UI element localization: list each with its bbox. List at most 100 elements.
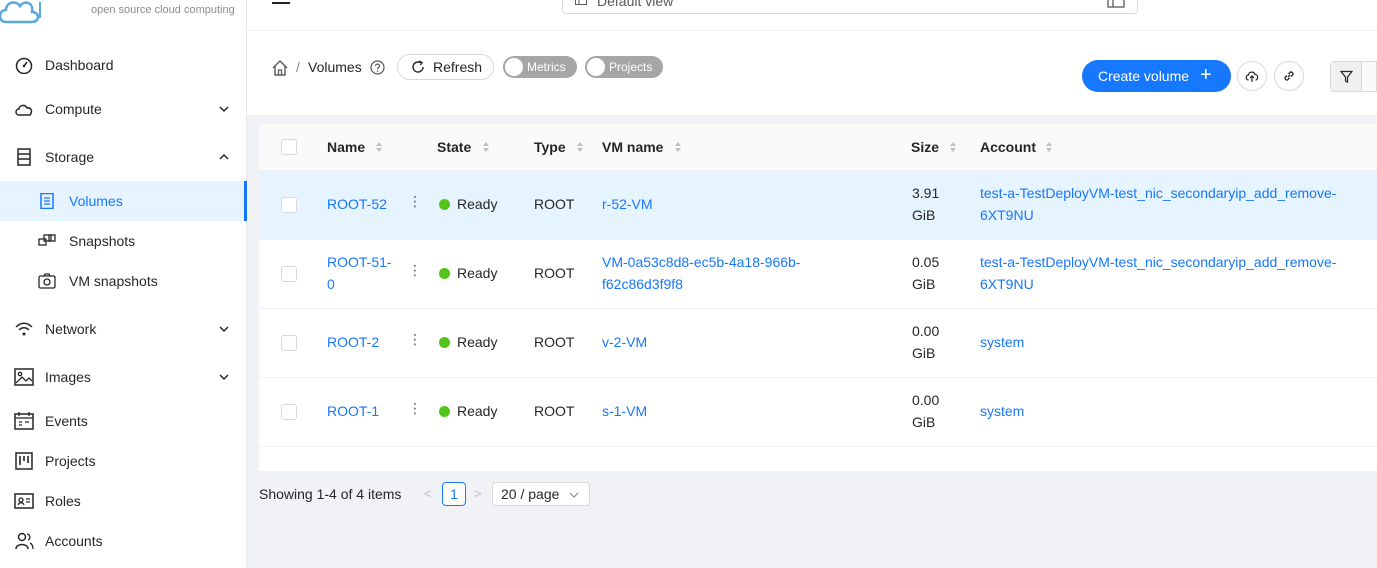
sidebar-item-label: Accounts [45, 533, 103, 549]
page-size-select[interactable]: 20 / page [492, 482, 590, 506]
row-checkbox[interactable] [281, 197, 297, 213]
sidebar-item-volumes[interactable]: Volumes [0, 181, 247, 221]
account-link-continued[interactable]: 6XT9NU [980, 204, 1034, 226]
sidebar-item-compute[interactable]: Compute [0, 89, 247, 129]
table-row[interactable]: ROOT-51- 0 ⋮ Ready ROOT VM-0a53c8d8-ec5b… [259, 240, 1377, 309]
sidebar-item-snapshots[interactable]: Snapshots [0, 221, 247, 261]
row-actions-icon[interactable]: ⋮ [408, 332, 422, 346]
column-header-state[interactable]: State [437, 139, 471, 155]
table-row[interactable]: ROOT-2 ⋮ Ready ROOT v-2-VM 0.00 GiB syst… [259, 309, 1377, 378]
type-value: ROOT [534, 196, 575, 212]
filter-control[interactable] [1330, 61, 1377, 92]
sidebar-item-label: Snapshots [69, 233, 136, 249]
sidebar-item-label: Projects [45, 453, 96, 469]
volume-name-link[interactable]: ROOT-51- [327, 251, 392, 273]
toggle-knob [587, 58, 605, 76]
menu-toggle-icon[interactable] [272, 2, 290, 4]
size-unit: GiB [912, 414, 936, 430]
upload-volume-button[interactable] [1237, 61, 1267, 91]
snapshots-icon [38, 234, 56, 246]
logo[interactable]: open source cloud computing [0, 0, 247, 28]
row-actions-icon[interactable]: ⋮ [408, 401, 422, 415]
column-header-size[interactable]: Size [911, 139, 939, 155]
sort-icon[interactable] [1045, 141, 1053, 153]
vm-name-link-continued[interactable]: f62c86d3f9f8 [602, 273, 683, 295]
column-header-name[interactable]: Name [327, 139, 365, 155]
sidebar-item-label: Volumes [69, 193, 123, 209]
filter-icon [1340, 70, 1353, 83]
column-header-type[interactable]: Type [534, 139, 566, 155]
row-actions-icon[interactable]: ⋮ [408, 194, 422, 208]
size-unit: GiB [912, 345, 936, 361]
state-value: Ready [457, 196, 498, 212]
view-select[interactable]: Default view [562, 0, 1138, 14]
chevron-down-icon [569, 492, 579, 498]
sort-icon[interactable] [949, 141, 957, 153]
projects-toggle[interactable]: Projects [585, 56, 663, 78]
select-all-checkbox[interactable] [281, 139, 297, 155]
type-value: ROOT [534, 403, 575, 419]
size-value: 0.00 [912, 323, 940, 339]
row-checkbox[interactable] [281, 335, 297, 351]
chevron-down-icon [219, 326, 229, 333]
account-link[interactable]: system [980, 400, 1024, 422]
sidebar-item-projects[interactable]: Projects [0, 441, 247, 481]
status-dot [439, 268, 450, 279]
cloud-logo-icon [0, 1, 41, 24]
column-header-vm-name[interactable]: VM name [602, 139, 663, 155]
sidebar-item-roles[interactable]: Roles [0, 481, 247, 521]
sidebar-item-images[interactable]: Images [0, 357, 247, 397]
state-value: Ready [457, 403, 498, 419]
question-circle-icon[interactable] [370, 60, 385, 75]
row-checkbox[interactable] [281, 404, 297, 420]
vm-name-link[interactable]: s-1-VM [602, 400, 647, 422]
table-row[interactable]: ROOT-52 ⋮ Ready ROOT r-52-VM 3.91 GiB te… [259, 171, 1377, 240]
volume-name-link[interactable]: ROOT-1 [327, 400, 379, 422]
prev-page-button[interactable]: < [424, 486, 432, 501]
sidebar-item-vm-snapshots[interactable]: VM snapshots [0, 261, 247, 301]
sort-icon[interactable] [375, 141, 383, 153]
logo-tagline: open source cloud computing [91, 4, 235, 16]
sidebar: open source cloud computing Dashboard Co… [0, 0, 247, 568]
vm-name-link[interactable]: r-52-VM [602, 193, 653, 215]
create-volume-button[interactable]: Create volume + [1082, 60, 1231, 92]
filter-button[interactable] [1331, 62, 1362, 91]
dashboard-icon [15, 57, 33, 74]
sidebar-item-dashboard[interactable]: Dashboard [0, 45, 247, 85]
sidebar-item-label: Storage [45, 149, 95, 165]
volume-name-link-continued[interactable]: 0 [327, 273, 335, 295]
account-link[interactable]: test-a-TestDeployVM-test_nic_secondaryip… [980, 251, 1336, 273]
next-page-button[interactable]: > [474, 486, 482, 501]
sidebar-item-storage[interactable]: Storage [0, 137, 247, 177]
table-row[interactable]: ROOT-1 ⋮ Ready ROOT s-1-VM 0.00 GiB syst… [259, 378, 1377, 447]
column-header-account[interactable]: Account [980, 139, 1036, 155]
status-dot [439, 337, 450, 348]
volume-name-link[interactable]: ROOT-52 [327, 193, 387, 215]
vm-name-link[interactable]: v-2-VM [602, 331, 647, 353]
account-link[interactable]: system [980, 331, 1024, 353]
account-link-continued[interactable]: 6XT9NU [980, 273, 1034, 295]
vm-name-link[interactable]: VM-0a53c8d8-ec5b-4a18-966b- [602, 251, 800, 273]
link-icon [1284, 71, 1294, 81]
sidebar-item-accounts[interactable]: Accounts [0, 521, 247, 561]
sidebar-item-network[interactable]: Network [0, 309, 247, 349]
sort-icon[interactable] [576, 141, 584, 153]
upload-from-url-button[interactable] [1274, 61, 1304, 91]
page-1-button[interactable]: 1 [442, 482, 466, 506]
sidebar-item-label: Images [45, 369, 91, 385]
sidebar-item-events[interactable]: Events [0, 401, 247, 441]
row-checkbox[interactable] [281, 266, 297, 282]
page-size-value: 20 / page [501, 486, 560, 502]
sort-icon[interactable] [674, 141, 682, 153]
cloud-upload-icon [1245, 71, 1259, 82]
row-actions-icon[interactable]: ⋮ [408, 263, 422, 277]
metrics-toggle[interactable]: Metrics [503, 56, 577, 78]
volumes-table: Name State Type VM name Size Account ROO… [259, 124, 1377, 471]
account-link[interactable]: test-a-TestDeployVM-test_nic_secondaryip… [980, 182, 1336, 204]
refresh-button[interactable]: Refresh [397, 54, 494, 80]
sidebar-item-label: Events [45, 413, 88, 429]
chevron-up-icon [219, 153, 229, 160]
home-icon[interactable] [271, 59, 289, 77]
sort-icon[interactable] [482, 141, 490, 153]
volume-name-link[interactable]: ROOT-2 [327, 331, 379, 353]
